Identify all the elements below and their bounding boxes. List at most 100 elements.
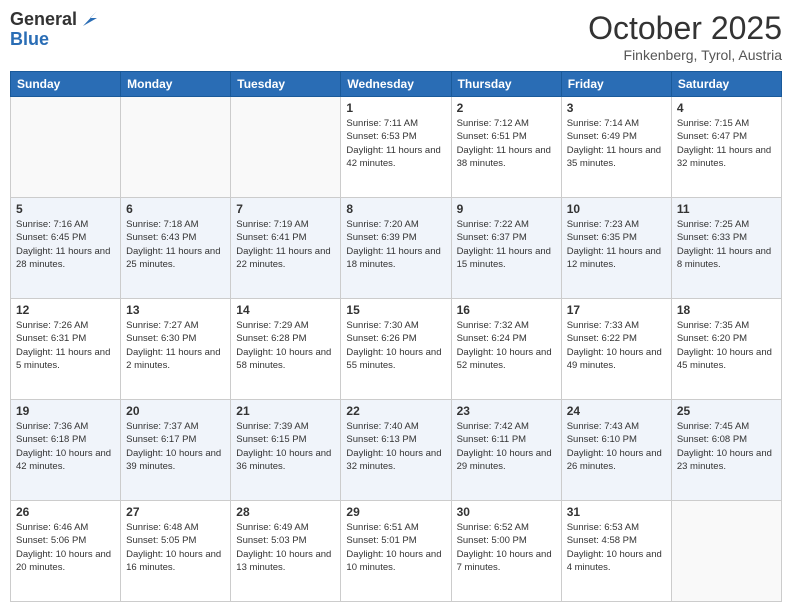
col-tuesday: Tuesday: [231, 72, 341, 97]
table-row: 29 Sunrise: 6:51 AMSunset: 5:01 PMDayligh…: [341, 501, 451, 602]
col-sunday: Sunday: [11, 72, 121, 97]
table-row: [231, 97, 341, 198]
day-number: 10: [567, 202, 666, 216]
day-number: 4: [677, 101, 776, 115]
day-info: Sunrise: 7:12 AMSunset: 6:51 PMDaylight:…: [457, 117, 556, 170]
day-number: 12: [16, 303, 115, 317]
table-row: 11 Sunrise: 7:25 AMSunset: 6:33 PMDayligh…: [671, 198, 781, 299]
day-info: Sunrise: 7:40 AMSunset: 6:13 PMDaylight:…: [346, 420, 445, 473]
day-number: 2: [457, 101, 556, 115]
header: General Blue October 2025 Finkenberg, Ty…: [10, 10, 782, 63]
day-number: 1: [346, 101, 445, 115]
table-row: 18Sunrise: 7:35 AMSunset: 6:20 PMDayligh…: [671, 299, 781, 400]
table-row: 5 Sunrise: 7:16 AMSunset: 6:45 PMDaylight…: [11, 198, 121, 299]
day-info: Sunrise: 6:53 AMSunset: 4:58 PMDaylight:…: [567, 521, 666, 574]
logo-general: General: [10, 10, 77, 30]
table-row: 31 Sunrise: 6:53 AMSunset: 4:58 PMDayligh…: [561, 501, 671, 602]
day-number: 31: [567, 505, 666, 519]
day-number: 28: [236, 505, 335, 519]
day-number: 24: [567, 404, 666, 418]
day-number: 29: [346, 505, 445, 519]
day-number: 5: [16, 202, 115, 216]
table-row: 4 Sunrise: 7:15 AMSunset: 6:47 PMDaylight…: [671, 97, 781, 198]
table-row: 13 Sunrise: 7:27 AMSunset: 6:30 PMDayligh…: [121, 299, 231, 400]
day-number: 27: [126, 505, 225, 519]
table-row: 27Sunrise: 6:48 AMSunset: 5:05 PMDayligh…: [121, 501, 231, 602]
day-number: 3: [567, 101, 666, 115]
logo-icon: [79, 8, 101, 30]
table-row: 17Sunrise: 7:33 AMSunset: 6:22 PMDayligh…: [561, 299, 671, 400]
day-number: 6: [126, 202, 225, 216]
logo: General Blue: [10, 10, 101, 50]
day-info: Sunrise: 7:25 AMSunset: 6:33 PMDaylight:…: [677, 218, 776, 271]
logo-text: General Blue: [10, 10, 101, 50]
day-number: 8: [346, 202, 445, 216]
title-section: October 2025 Finkenberg, Tyrol, Austria: [588, 10, 782, 63]
day-info: Sunrise: 7:19 AMSunset: 6:41 PMDaylight:…: [236, 218, 335, 271]
day-number: 26: [16, 505, 115, 519]
table-row: 19Sunrise: 7:36 AMSunset: 6:18 PMDayligh…: [11, 400, 121, 501]
day-number: 14: [236, 303, 335, 317]
table-row: 25 Sunrise: 7:45 AMSunset: 6:08 PMDayligh…: [671, 400, 781, 501]
day-info: Sunrise: 7:35 AMSunset: 6:20 PMDaylight:…: [677, 319, 776, 372]
table-row: [121, 97, 231, 198]
table-row: 24 Sunrise: 7:43 AMSunset: 6:10 PMDayligh…: [561, 400, 671, 501]
day-info: Sunrise: 7:32 AMSunset: 6:24 PMDaylight:…: [457, 319, 556, 372]
table-row: 30Sunrise: 6:52 AMSunset: 5:00 PMDayligh…: [451, 501, 561, 602]
day-info: Sunrise: 7:15 AMSunset: 6:47 PMDaylight:…: [677, 117, 776, 170]
calendar-table: Sunday Monday Tuesday Wednesday Thursday…: [10, 71, 782, 602]
day-info: Sunrise: 7:42 AMSunset: 6:11 PMDaylight:…: [457, 420, 556, 473]
day-info: Sunrise: 6:46 AMSunset: 5:06 PMDaylight:…: [16, 521, 115, 574]
table-row: 26 Sunrise: 6:46 AMSunset: 5:06 PMDayligh…: [11, 501, 121, 602]
day-number: 25: [677, 404, 776, 418]
day-info: Sunrise: 7:39 AMSunset: 6:15 PMDaylight:…: [236, 420, 335, 473]
table-row: 28Sunrise: 6:49 AMSunset: 5:03 PMDayligh…: [231, 501, 341, 602]
day-info: Sunrise: 7:33 AMSunset: 6:22 PMDaylight:…: [567, 319, 666, 372]
calendar-week-row: 1Sunrise: 7:11 AMSunset: 6:53 PMDaylight…: [11, 97, 782, 198]
day-number: 21: [236, 404, 335, 418]
table-row: [11, 97, 121, 198]
day-info: Sunrise: 7:18 AMSunset: 6:43 PMDaylight:…: [126, 218, 225, 271]
day-number: 13: [126, 303, 225, 317]
calendar-header-row: Sunday Monday Tuesday Wednesday Thursday…: [11, 72, 782, 97]
table-row: 3 Sunrise: 7:14 AMSunset: 6:49 PMDaylight…: [561, 97, 671, 198]
day-number: 30: [457, 505, 556, 519]
calendar-week-row: 5 Sunrise: 7:16 AMSunset: 6:45 PMDaylight…: [11, 198, 782, 299]
calendar-week-row: 26 Sunrise: 6:46 AMSunset: 5:06 PMDayligh…: [11, 501, 782, 602]
day-info: Sunrise: 7:29 AMSunset: 6:28 PMDaylight:…: [236, 319, 335, 372]
table-row: 12 Sunrise: 7:26 AMSunset: 6:31 PMDayligh…: [11, 299, 121, 400]
day-info: Sunrise: 7:16 AMSunset: 6:45 PMDaylight:…: [16, 218, 115, 271]
day-info: Sunrise: 7:14 AMSunset: 6:49 PMDaylight:…: [567, 117, 666, 170]
table-row: 8Sunrise: 7:20 AMSunset: 6:39 PMDaylight…: [341, 198, 451, 299]
day-number: 16: [457, 303, 556, 317]
col-wednesday: Wednesday: [341, 72, 451, 97]
logo-blue: Blue: [10, 30, 101, 50]
table-row: 2 Sunrise: 7:12 AMSunset: 6:51 PMDaylight…: [451, 97, 561, 198]
table-row: 16 Sunrise: 7:32 AMSunset: 6:24 PMDayligh…: [451, 299, 561, 400]
day-number: 11: [677, 202, 776, 216]
table-row: 21 Sunrise: 7:39 AMSunset: 6:15 PMDayligh…: [231, 400, 341, 501]
day-info: Sunrise: 7:26 AMSunset: 6:31 PMDaylight:…: [16, 319, 115, 372]
day-info: Sunrise: 6:51 AMSunset: 5:01 PMDaylight:…: [346, 521, 445, 574]
location: Finkenberg, Tyrol, Austria: [588, 47, 782, 63]
day-info: Sunrise: 7:27 AMSunset: 6:30 PMDaylight:…: [126, 319, 225, 372]
day-info: Sunrise: 7:37 AMSunset: 6:17 PMDaylight:…: [126, 420, 225, 473]
col-monday: Monday: [121, 72, 231, 97]
table-row: 7Sunrise: 7:19 AMSunset: 6:41 PMDaylight…: [231, 198, 341, 299]
calendar-week-row: 19Sunrise: 7:36 AMSunset: 6:18 PMDayligh…: [11, 400, 782, 501]
day-info: Sunrise: 7:43 AMSunset: 6:10 PMDaylight:…: [567, 420, 666, 473]
table-row: 14 Sunrise: 7:29 AMSunset: 6:28 PMDayligh…: [231, 299, 341, 400]
col-saturday: Saturday: [671, 72, 781, 97]
col-thursday: Thursday: [451, 72, 561, 97]
day-info: Sunrise: 7:30 AMSunset: 6:26 PMDaylight:…: [346, 319, 445, 372]
month-title: October 2025: [588, 10, 782, 47]
day-info: Sunrise: 7:36 AMSunset: 6:18 PMDaylight:…: [16, 420, 115, 473]
table-row: [671, 501, 781, 602]
day-number: 20: [126, 404, 225, 418]
day-info: Sunrise: 7:45 AMSunset: 6:08 PMDaylight:…: [677, 420, 776, 473]
day-number: 15: [346, 303, 445, 317]
table-row: 10Sunrise: 7:23 AMSunset: 6:35 PMDayligh…: [561, 198, 671, 299]
day-info: Sunrise: 7:22 AMSunset: 6:37 PMDaylight:…: [457, 218, 556, 271]
calendar-week-row: 12 Sunrise: 7:26 AMSunset: 6:31 PMDayligh…: [11, 299, 782, 400]
table-row: 20 Sunrise: 7:37 AMSunset: 6:17 PMDayligh…: [121, 400, 231, 501]
